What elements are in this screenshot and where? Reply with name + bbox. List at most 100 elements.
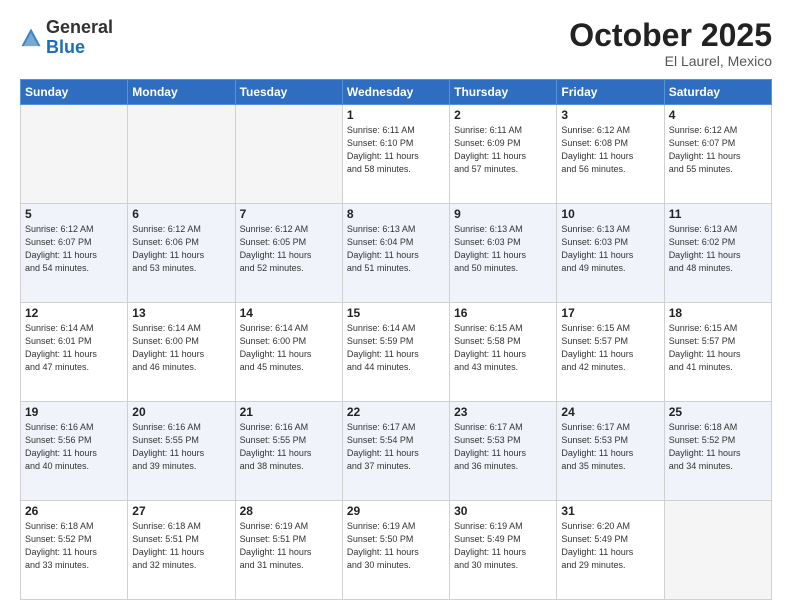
day-number: 18	[669, 306, 767, 320]
day-number: 21	[240, 405, 338, 419]
day-number: 17	[561, 306, 659, 320]
day-info: Sunrise: 6:14 AM Sunset: 6:00 PM Dayligh…	[240, 322, 338, 374]
day-info: Sunrise: 6:17 AM Sunset: 5:53 PM Dayligh…	[454, 421, 552, 473]
weekday-header-friday: Friday	[557, 80, 664, 105]
day-info: Sunrise: 6:13 AM Sunset: 6:03 PM Dayligh…	[561, 223, 659, 275]
day-number: 20	[132, 405, 230, 419]
logo-blue-text: Blue	[46, 37, 85, 57]
day-info: Sunrise: 6:11 AM Sunset: 6:10 PM Dayligh…	[347, 124, 445, 176]
day-number: 12	[25, 306, 123, 320]
day-info: Sunrise: 6:13 AM Sunset: 6:03 PM Dayligh…	[454, 223, 552, 275]
logo-general-text: General	[46, 17, 113, 37]
month-title: October 2025	[569, 18, 772, 53]
weekday-header-saturday: Saturday	[664, 80, 771, 105]
calendar-cell: 26Sunrise: 6:18 AM Sunset: 5:52 PM Dayli…	[21, 501, 128, 600]
calendar-cell: 27 Sunrise: 6:18 AM Sunset: 5:51 PM Dayli…	[128, 501, 235, 600]
day-number: 25	[669, 405, 767, 419]
day-number: 31	[561, 504, 659, 518]
weekday-header-sunday: Sunday	[21, 80, 128, 105]
calendar-cell	[235, 105, 342, 204]
day-number: 24	[561, 405, 659, 419]
calendar-cell: 17Sunrise: 6:15 AM Sunset: 5:57 PM Dayli…	[557, 303, 664, 402]
calendar-cell: 18 Sunrise: 6:15 AM Sunset: 5:57 PM Dayli…	[664, 303, 771, 402]
day-number: 9	[454, 207, 552, 221]
calendar-cell: 10 Sunrise: 6:13 AM Sunset: 6:03 PM Dayli…	[557, 204, 664, 303]
calendar-cell: 14 Sunrise: 6:14 AM Sunset: 6:00 PM Dayli…	[235, 303, 342, 402]
calendar-cell: 7 Sunrise: 6:12 AM Sunset: 6:05 PM Daylig…	[235, 204, 342, 303]
day-number: 19	[25, 405, 123, 419]
day-number: 13	[132, 306, 230, 320]
calendar-cell: 6 Sunrise: 6:12 AM Sunset: 6:06 PM Daylig…	[128, 204, 235, 303]
calendar-cell: 13 Sunrise: 6:14 AM Sunset: 6:00 PM Dayli…	[128, 303, 235, 402]
day-info: Sunrise: 6:12 AM Sunset: 6:07 PM Dayligh…	[25, 223, 123, 275]
week-row-5: 26Sunrise: 6:18 AM Sunset: 5:52 PM Dayli…	[21, 501, 772, 600]
day-info: Sunrise: 6:19 AM Sunset: 5:50 PM Dayligh…	[347, 520, 445, 572]
calendar-header: SundayMondayTuesdayWednesdayThursdayFrid…	[21, 80, 772, 105]
day-info: Sunrise: 6:12 AM Sunset: 6:07 PM Dayligh…	[669, 124, 767, 176]
day-info: Sunrise: 6:15 AM Sunset: 5:57 PM Dayligh…	[669, 322, 767, 374]
calendar-cell: 23 Sunrise: 6:17 AM Sunset: 5:53 PM Dayli…	[450, 402, 557, 501]
calendar-body: 1 Sunrise: 6:11 AM Sunset: 6:10 PM Daylig…	[21, 105, 772, 600]
week-row-2: 5 Sunrise: 6:12 AM Sunset: 6:07 PM Daylig…	[21, 204, 772, 303]
calendar-cell: 2 Sunrise: 6:11 AM Sunset: 6:09 PM Daylig…	[450, 105, 557, 204]
day-number: 11	[669, 207, 767, 221]
calendar-cell: 4 Sunrise: 6:12 AM Sunset: 6:07 PM Daylig…	[664, 105, 771, 204]
day-number: 23	[454, 405, 552, 419]
calendar-cell: 11 Sunrise: 6:13 AM Sunset: 6:02 PM Dayli…	[664, 204, 771, 303]
day-number: 28	[240, 504, 338, 518]
page: General Blue October 2025 El Laurel, Mex…	[0, 0, 792, 612]
day-number: 8	[347, 207, 445, 221]
day-number: 16	[454, 306, 552, 320]
calendar-cell	[664, 501, 771, 600]
calendar-cell: 24Sunrise: 6:17 AM Sunset: 5:53 PM Dayli…	[557, 402, 664, 501]
day-info: Sunrise: 6:16 AM Sunset: 5:56 PM Dayligh…	[25, 421, 123, 473]
week-row-1: 1 Sunrise: 6:11 AM Sunset: 6:10 PM Daylig…	[21, 105, 772, 204]
day-number: 22	[347, 405, 445, 419]
day-info: Sunrise: 6:14 AM Sunset: 6:00 PM Dayligh…	[132, 322, 230, 374]
calendar-cell: 28 Sunrise: 6:19 AM Sunset: 5:51 PM Dayli…	[235, 501, 342, 600]
day-info: Sunrise: 6:14 AM Sunset: 5:59 PM Dayligh…	[347, 322, 445, 374]
day-info: Sunrise: 6:14 AM Sunset: 6:01 PM Dayligh…	[25, 322, 123, 374]
day-number: 2	[454, 108, 552, 122]
day-number: 7	[240, 207, 338, 221]
weekday-row: SundayMondayTuesdayWednesdayThursdayFrid…	[21, 80, 772, 105]
calendar-cell: 25 Sunrise: 6:18 AM Sunset: 5:52 PM Dayli…	[664, 402, 771, 501]
calendar-cell	[21, 105, 128, 204]
day-number: 4	[669, 108, 767, 122]
day-info: Sunrise: 6:12 AM Sunset: 6:06 PM Dayligh…	[132, 223, 230, 275]
weekday-header-monday: Monday	[128, 80, 235, 105]
week-row-3: 12 Sunrise: 6:14 AM Sunset: 6:01 PM Dayli…	[21, 303, 772, 402]
day-info: Sunrise: 6:19 AM Sunset: 5:51 PM Dayligh…	[240, 520, 338, 572]
logo-text: General Blue	[46, 18, 113, 58]
calendar-cell: 12 Sunrise: 6:14 AM Sunset: 6:01 PM Dayli…	[21, 303, 128, 402]
day-info: Sunrise: 6:19 AM Sunset: 5:49 PM Dayligh…	[454, 520, 552, 572]
day-info: Sunrise: 6:15 AM Sunset: 5:58 PM Dayligh…	[454, 322, 552, 374]
header: General Blue October 2025 El Laurel, Mex…	[20, 18, 772, 69]
weekday-header-thursday: Thursday	[450, 80, 557, 105]
day-number: 27	[132, 504, 230, 518]
calendar-cell: 19 Sunrise: 6:16 AM Sunset: 5:56 PM Dayli…	[21, 402, 128, 501]
day-number: 29	[347, 504, 445, 518]
day-number: 10	[561, 207, 659, 221]
day-number: 6	[132, 207, 230, 221]
calendar-cell: 31Sunrise: 6:20 AM Sunset: 5:49 PM Dayli…	[557, 501, 664, 600]
day-number: 5	[25, 207, 123, 221]
day-info: Sunrise: 6:18 AM Sunset: 5:52 PM Dayligh…	[669, 421, 767, 473]
day-info: Sunrise: 6:11 AM Sunset: 6:09 PM Dayligh…	[454, 124, 552, 176]
day-info: Sunrise: 6:18 AM Sunset: 5:51 PM Dayligh…	[132, 520, 230, 572]
day-number: 1	[347, 108, 445, 122]
day-number: 15	[347, 306, 445, 320]
day-info: Sunrise: 6:12 AM Sunset: 6:05 PM Dayligh…	[240, 223, 338, 275]
calendar-cell: 9 Sunrise: 6:13 AM Sunset: 6:03 PM Daylig…	[450, 204, 557, 303]
calendar-cell: 21Sunrise: 6:16 AM Sunset: 5:55 PM Dayli…	[235, 402, 342, 501]
calendar-cell: 5 Sunrise: 6:12 AM Sunset: 6:07 PM Daylig…	[21, 204, 128, 303]
logo: General Blue	[20, 18, 113, 58]
day-info: Sunrise: 6:17 AM Sunset: 5:54 PM Dayligh…	[347, 421, 445, 473]
week-row-4: 19 Sunrise: 6:16 AM Sunset: 5:56 PM Dayli…	[21, 402, 772, 501]
calendar-cell: 29 Sunrise: 6:19 AM Sunset: 5:50 PM Dayli…	[342, 501, 449, 600]
day-number: 14	[240, 306, 338, 320]
day-info: Sunrise: 6:12 AM Sunset: 6:08 PM Dayligh…	[561, 124, 659, 176]
location-subtitle: El Laurel, Mexico	[569, 53, 772, 69]
calendar-cell: 3Sunrise: 6:12 AM Sunset: 6:08 PM Daylig…	[557, 105, 664, 204]
day-info: Sunrise: 6:13 AM Sunset: 6:02 PM Dayligh…	[669, 223, 767, 275]
